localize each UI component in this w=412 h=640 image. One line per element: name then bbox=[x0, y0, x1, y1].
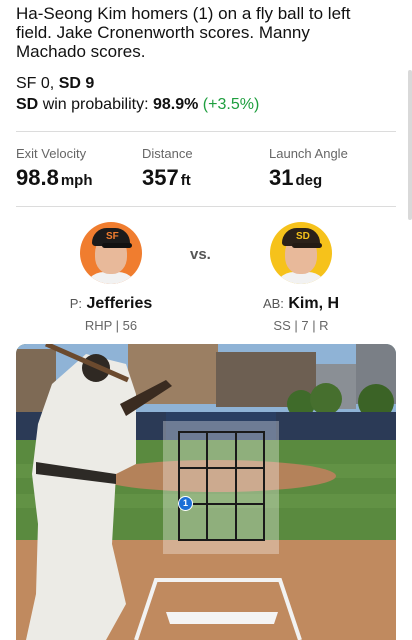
stat-label: Launch Angle bbox=[269, 146, 348, 161]
divider bbox=[16, 131, 396, 132]
batter-avatar: SD bbox=[270, 222, 332, 284]
pitcher-name-line: P: Jefferies bbox=[69, 295, 153, 312]
win-prob-delta: (+3.5%) bbox=[202, 96, 260, 113]
stat-distance: Distance 357 ft bbox=[142, 146, 193, 193]
win-probability: SD win probability: 98.9% (+3.5%) bbox=[16, 95, 259, 115]
home-team: SD bbox=[58, 75, 81, 92]
sd-cap-logo: SD bbox=[296, 231, 310, 242]
pitch-marker[interactable]: 1 bbox=[178, 496, 193, 511]
away-runs: 0, bbox=[40, 75, 55, 92]
scrollbar[interactable] bbox=[408, 70, 412, 220]
play-description: Ha-Seong Kim homers (1) on a fly ball to… bbox=[16, 4, 351, 61]
pitcher-details: RHP | 56 bbox=[84, 318, 138, 333]
stat-label: Distance bbox=[142, 146, 193, 161]
away-team: SF bbox=[16, 75, 37, 92]
game-score: SF 0, SD 9 bbox=[16, 74, 94, 94]
batter-details: SS | 7 | R bbox=[273, 318, 329, 333]
pitch-visualization[interactable]: 1 bbox=[16, 344, 396, 640]
stat-value: 357 ft bbox=[142, 165, 191, 190]
strike-zone-grid bbox=[178, 431, 265, 541]
pitcher-avatar: SF bbox=[80, 222, 142, 284]
stat-launch-angle: Launch Angle 31 deg bbox=[269, 146, 348, 193]
stat-label: Exit Velocity bbox=[16, 146, 87, 161]
win-prob-value: 98.9% bbox=[152, 96, 199, 113]
strike-zone-panel bbox=[163, 421, 279, 554]
batter-card[interactable]: SD AB: Kim, H SS | 7 | R bbox=[221, 222, 381, 333]
divider bbox=[16, 206, 396, 207]
stat-value: 98.8 mph bbox=[16, 165, 93, 190]
vs-label: vs. bbox=[190, 246, 211, 263]
home-runs: 9 bbox=[85, 75, 95, 92]
win-prob-team: SD bbox=[16, 96, 39, 113]
sf-cap-logo: SF bbox=[106, 231, 119, 242]
win-prob-label: win probability: bbox=[42, 96, 149, 113]
batter-name: Kim, H bbox=[288, 295, 340, 312]
stat-exit-velocity: Exit Velocity 98.8 mph bbox=[16, 146, 93, 193]
batter-name-line: AB: Kim, H bbox=[262, 295, 340, 312]
stat-value: 31 deg bbox=[269, 165, 323, 190]
pitcher-card[interactable]: SF P: Jefferies RHP | 56 bbox=[31, 222, 191, 333]
pitcher-name: Jefferies bbox=[86, 295, 153, 312]
